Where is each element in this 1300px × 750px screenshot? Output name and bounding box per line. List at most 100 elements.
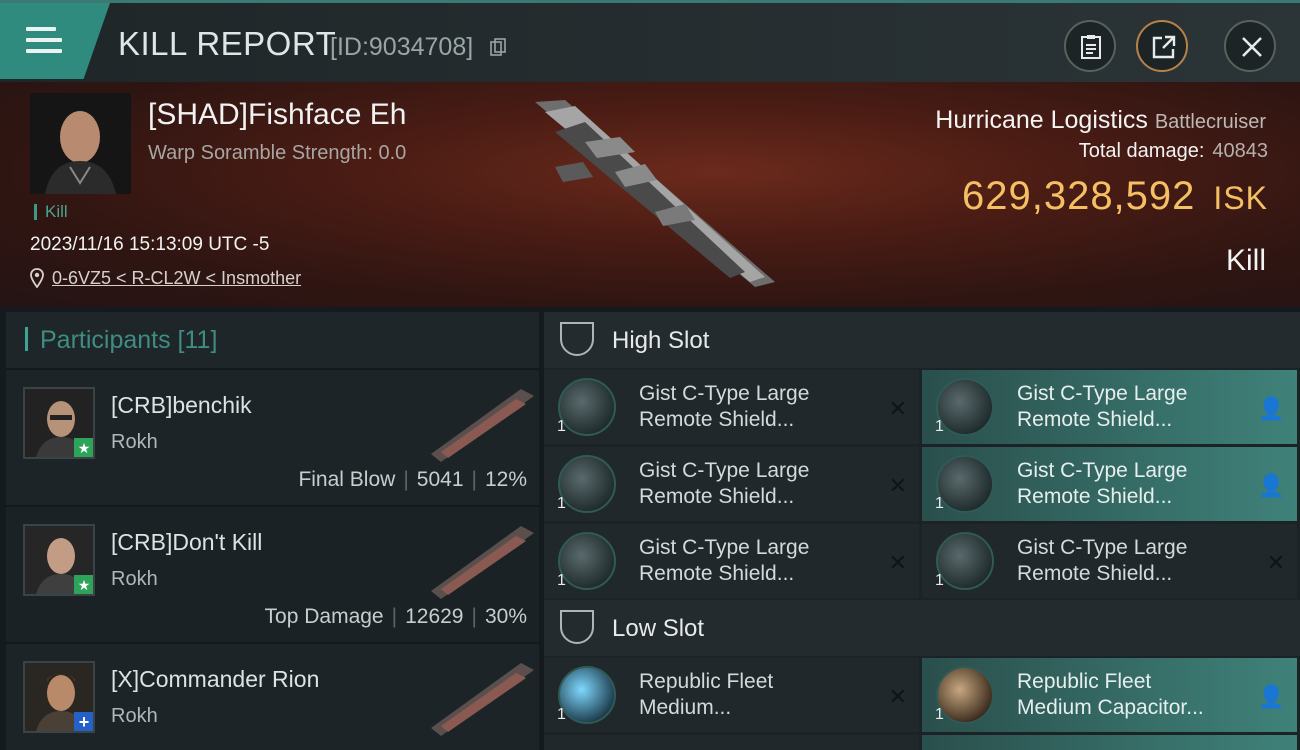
module-name-line2: Remote Shield... [639,562,795,585]
module-name-line2: Medium Capacitor... [1017,696,1204,719]
module-name-line1: Gist C-Type Large [639,382,810,405]
participant-row[interactable]: + [X]Commander Rion Rokh [6,642,539,750]
participant-percent: 30% [484,605,527,628]
participants-label: Participants [11] [40,326,218,354]
victim-ship-name[interactable]: Hurricane Logistics Battlecruiser [935,106,1266,135]
module-name-line1: Republic Fleet [639,670,774,693]
capacitor-battery-icon [936,666,994,724]
module-item-partial[interactable] [544,735,919,750]
star-badge-icon: ★ [74,438,93,457]
warp-scramble-strength: Warp Soramble Strength: 0.0 [148,142,407,164]
copy-icon[interactable] [490,38,506,56]
shield-booster-icon [558,455,616,513]
module-name: Gist C-Type Large Remote Shield... [639,458,809,510]
dropped-person-icon: 👤 [1257,396,1285,421]
destroyed-icon: ✕ [888,473,907,498]
participant-ship: Rokh [111,568,158,590]
participant-ship: Rokh [111,431,158,453]
module-item[interactable]: 1 Gist C-Type Large Remote Shield... ✕ [544,524,919,598]
module-name: Gist C-Type Large Remote Shield... [1017,381,1187,433]
module-name: Gist C-Type Large Remote Shield... [1017,535,1187,587]
module-quantity: 1 [935,706,944,723]
victim-ship-image [535,100,775,287]
low-slot-label: Low Slot [612,615,705,642]
participant-ship-image [431,663,534,736]
victim-portrait[interactable] [30,93,131,194]
module-quantity: 1 [935,418,944,435]
module-name-line1: Gist C-Type Large [1017,459,1188,482]
module-item[interactable]: 1 Gist C-Type Large Remote Shield... ✕ [544,370,919,444]
close-button[interactable] [1224,20,1276,72]
victim-name[interactable]: [SHAD]Fishface Eh [148,98,406,132]
kill-datetime: 2023/11/16 15:13:09 UTC -5 [30,234,270,255]
module-item[interactable]: 1 Republic Fleet Medium... ✕ [544,658,919,732]
module-name-line2: Remote Shield... [639,408,795,431]
high-slot-header: High Slot [544,312,1300,368]
participant-role: Final Blow [298,468,396,491]
module-name: Gist C-Type Large Remote Shield... [1017,458,1187,510]
dropped-person-icon: 👤 [1257,684,1285,709]
participant-row[interactable]: ★ [CRB]Don't Kill Rokh Top Damage | 12629 |… [6,505,539,642]
module-name-line1: Gist C-Type Large [639,536,810,559]
location-link[interactable]: 0-6VZ5 < R-CL2W < Insmother [52,268,301,289]
participants-header: Participants [11] [6,312,539,368]
location-pin-icon [30,268,44,288]
avatar[interactable]: + [23,661,95,733]
module-quantity: 1 [557,706,566,723]
module-item[interactable]: 1 Gist C-Type Large Remote Shield... ✕ [544,447,919,521]
total-damage-label: Total damage: [1078,140,1205,162]
fitting-panel: High Slot 1 Gist C-Type Large Remote Shie… [544,312,1300,750]
shield-booster-icon [936,532,994,590]
high-slot-label: High Slot [612,327,710,354]
star-badge-icon: ★ [74,575,93,594]
participant-damage: 12629 [405,605,464,628]
module-quantity: 1 [557,418,566,435]
shield-booster-icon [558,532,616,590]
module-item[interactable]: 1 Gist C-Type Large Remote Shield... 👤 [922,447,1297,521]
participant-stats: Top Damage | 12629 | 30% [264,605,527,628]
menu-button[interactable] [0,3,110,79]
module-name: Gist C-Type Large Remote Shield... [639,535,809,587]
module-name-line1: Gist C-Type Large [1017,382,1188,405]
module-name-line1: Republic Fleet [1017,670,1152,693]
participant-ship: Rokh [111,705,158,727]
module-name: Gist C-Type Large Remote Shield... [639,381,809,433]
kill-tag: Kill [34,203,68,220]
module-item[interactable]: 1 Gist C-Type Large Remote Shield... ✕ [922,524,1297,598]
isk-amount: 629,328,592 [961,174,1196,218]
participant-ship-image [431,526,534,599]
avatar[interactable]: ★ [23,524,95,596]
avatar[interactable]: ★ [23,387,95,459]
share-button[interactable] [1136,20,1188,72]
total-damage-value: 40843 [1212,140,1268,162]
destroyed-icon: ✕ [888,550,907,575]
participant-ship-image [431,389,534,462]
victim-banner: [SHAD]Fishface Eh Warp Soramble Strength… [0,82,1300,307]
isk-unit: ISK [1213,180,1268,216]
participant-name: [X]Commander Rion [111,666,320,692]
destroyed-icon: ✕ [888,684,907,709]
module-item-partial[interactable] [922,735,1297,750]
participant-row[interactable]: ★ [CRB]benchik Rokh Final Blow | 5041 | 12% [6,368,539,505]
menu-icon [26,27,62,53]
participant-percent: 12% [484,468,527,491]
module-name-line2: Remote Shield... [1017,408,1173,431]
module-item[interactable]: 1 Republic Fleet Medium Capacitor... 👤 [922,658,1297,732]
dropped-person-icon: 👤 [1257,473,1285,498]
module-quantity: 1 [557,572,566,589]
destroyed-icon: ✕ [1266,550,1285,575]
high-slot-icon [560,322,594,356]
kill-type: Kill [1225,244,1266,277]
shield-booster-icon [936,378,994,436]
module-item[interactable]: 1 Gist C-Type Large Remote Shield... 👤 [922,370,1297,444]
clipboard-button[interactable] [1064,20,1116,72]
module-name-line2: Remote Shield... [639,485,795,508]
low-slot-icon [560,610,594,644]
close-icon [1242,37,1262,57]
page-title: KILL REPORT [118,25,337,62]
participant-damage: 5041 [416,468,464,491]
shield-booster-icon [558,378,616,436]
ship-name-text: Hurricane Logistics [935,106,1148,134]
clipboard-icon [1081,35,1101,59]
participants-panel: Participants [11] ★ [CRB]benchik Rokh Fi… [6,312,539,750]
